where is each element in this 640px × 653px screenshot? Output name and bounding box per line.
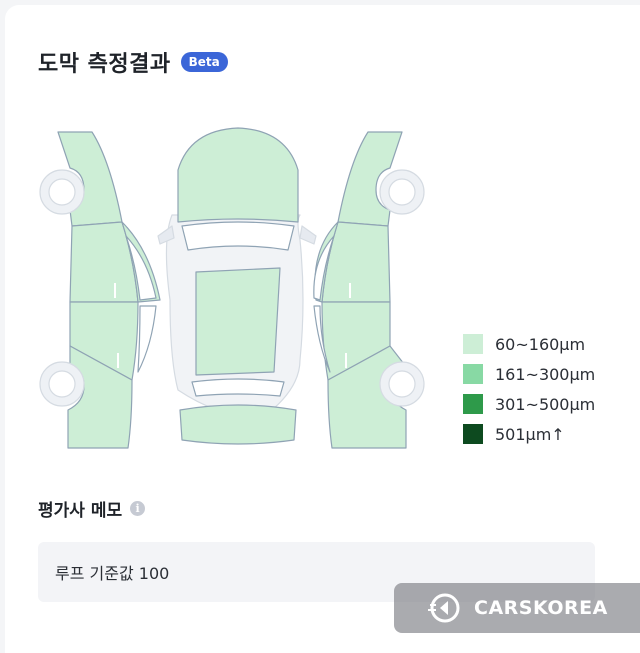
- left-rear-window-glass: [137, 305, 157, 373]
- legend-label: 301~500μm: [495, 394, 596, 414]
- legend-item: 161~300μm: [463, 359, 595, 389]
- memo-title: 평가사 메모: [38, 501, 123, 521]
- legend-swatch: [463, 424, 483, 444]
- legend-swatch: [463, 394, 483, 414]
- trunk-panel: [179, 404, 297, 445]
- memo-header: 평가사 메모 i: [38, 496, 146, 521]
- right-mirror: [299, 225, 317, 245]
- legend-item: 501μm↑: [463, 419, 595, 449]
- legend-label: 161~300μm: [495, 364, 596, 384]
- legend-label: 501μm↑: [495, 424, 565, 444]
- thickness-legend: 60~160μm 161~300μm 301~500μm 501μm↑: [463, 329, 595, 449]
- left-rear-hub: [48, 370, 76, 398]
- left-front-hub: [48, 178, 76, 206]
- info-icon[interactable]: i: [130, 501, 146, 516]
- memo-text: 루프 기준값 100: [55, 564, 170, 583]
- windshield-glass: [181, 221, 295, 251]
- car-right-side-view: [313, 131, 425, 449]
- legend-swatch: [463, 334, 483, 354]
- legend-label: 60~160μm: [495, 334, 586, 354]
- carskorea-logo-icon: [428, 593, 460, 623]
- watermark-text: CARSKOREA: [474, 597, 608, 619]
- car-left-side-view: [39, 131, 161, 449]
- legend-swatch: [463, 364, 483, 384]
- roof-panel: [195, 267, 281, 376]
- legend-item: 60~160μm: [463, 329, 595, 359]
- rear-window-glass: [191, 378, 285, 397]
- carskorea-watermark: CARSKOREA: [394, 583, 640, 633]
- legend-item: 301~500μm: [463, 389, 595, 419]
- right-front-hub: [388, 178, 416, 206]
- hood-panel: [177, 127, 299, 223]
- right-rear-hub: [388, 370, 416, 398]
- car-top-view: [157, 127, 317, 445]
